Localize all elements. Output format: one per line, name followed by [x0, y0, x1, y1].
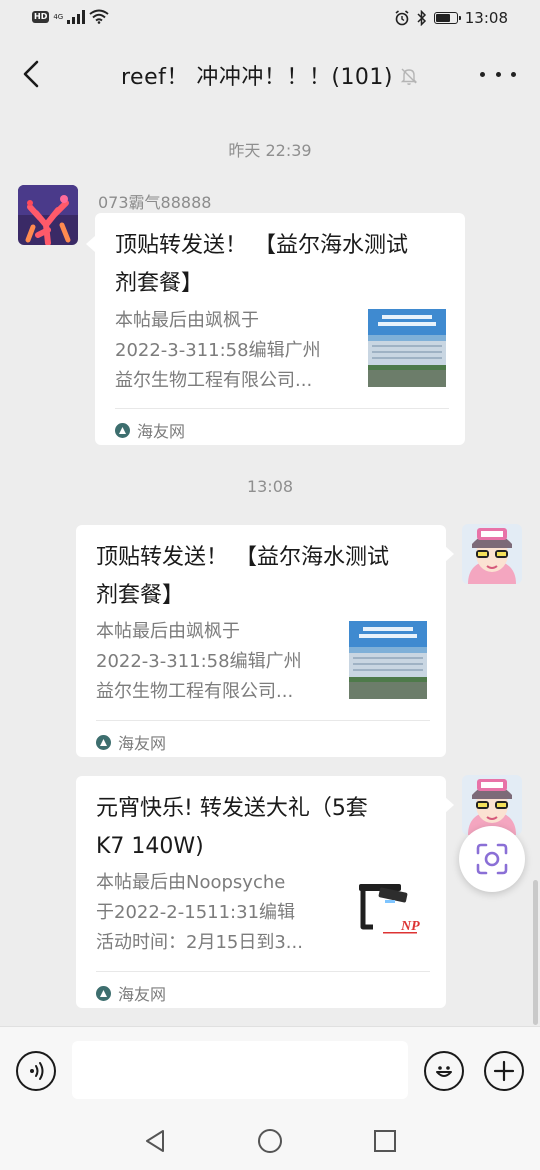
card-title-line: 顶贴转发送！ 【益尔海水测试	[115, 233, 408, 258]
card-source: 海友网	[96, 981, 166, 1005]
card-title-line: 元宵快乐! 转发送大礼（5套	[96, 796, 368, 821]
more-button[interactable]	[480, 62, 516, 86]
link-card[interactable]: 顶贴转发送！ 【益尔海水测试 剂套餐】 本帖最后由飒枫于 2022-3-311:…	[95, 213, 465, 445]
more-functions-button[interactable]	[484, 1051, 524, 1091]
scrollbar[interactable]	[533, 880, 538, 1025]
card-desc-line: 于2022-2-1511:31编辑	[96, 902, 296, 923]
card-divider	[96, 971, 430, 972]
more-dot	[495, 71, 501, 77]
card-title: 元宵快乐! 转发送大礼（5套 K7 140W)	[96, 790, 436, 866]
nav-home-button[interactable]	[257, 1128, 283, 1154]
card-desc-line: 本帖最后由飒枫于	[115, 310, 259, 331]
chat-header: reef！ 冲冲冲！！！(101)	[0, 38, 540, 110]
source-logo-icon	[115, 422, 130, 438]
bell-off-icon	[400, 68, 418, 85]
more-dot	[511, 71, 516, 77]
triangle-back-icon	[146, 1130, 164, 1152]
chat-title-wrap: reef！ 冲冲冲！！！(101)	[0, 59, 540, 91]
floating-scan-button[interactable]	[459, 826, 525, 892]
voice-icon	[30, 1062, 44, 1080]
hd-badge: HD	[32, 10, 50, 23]
source-name: 海友网	[137, 422, 186, 441]
card-thumbnail	[368, 309, 446, 387]
source-logo-icon	[96, 985, 111, 1001]
bluetooth-icon	[417, 10, 426, 26]
source-logo-icon	[96, 734, 111, 750]
clock: 13:08	[464, 9, 508, 27]
link-card[interactable]: 元宵快乐! 转发送大礼（5套 K7 140W) 本帖最后由Noopsyche 于…	[76, 776, 446, 1008]
card-desc-line: 本帖最后由飒枫于	[96, 621, 240, 642]
self-avatar[interactable]	[462, 524, 522, 584]
card-desc-line: 益尔生物工程有限公司...	[96, 681, 294, 702]
timestamp: 昨天 22:39	[228, 141, 312, 160]
status-bar: HD 4G 13:08	[0, 0, 540, 38]
svg-text:NP: NP	[400, 919, 420, 934]
source-name: 海友网	[118, 734, 167, 753]
battery-icon	[433, 12, 461, 24]
card-title-line: 剂套餐】	[115, 271, 204, 296]
timestamp: 13:08	[246, 477, 294, 496]
network-type: 4G	[53, 12, 64, 21]
alarm-icon	[395, 10, 409, 26]
emoji-button[interactable]	[424, 1051, 464, 1091]
nav-recents-button[interactable]	[372, 1128, 398, 1154]
chat-title: reef！ 冲冲冲！！！(101)	[120, 65, 394, 90]
bubble-tail	[445, 797, 454, 813]
cartoon-avatar-image	[462, 524, 522, 584]
card-title-line: 剂套餐】	[96, 583, 185, 608]
sender-name: 073霸气88888	[98, 193, 212, 212]
message-input[interactable]	[72, 1041, 408, 1099]
source-name: 海友网	[118, 985, 167, 1004]
bubble-tail	[86, 236, 95, 252]
card-title-line: K7 140W)	[96, 834, 204, 859]
circle-home-icon	[258, 1129, 282, 1153]
voice-button[interactable]	[16, 1051, 56, 1091]
card-desc-line: 益尔生物工程有限公司...	[115, 370, 313, 391]
sender-avatar[interactable]	[18, 185, 78, 245]
card-desc-line: 本帖最后由Noopsyche	[96, 872, 286, 893]
nav-back-button[interactable]	[142, 1128, 168, 1154]
square-recents-icon	[374, 1130, 396, 1152]
card-desc-line: 2022-3-311:58编辑广州	[96, 651, 302, 672]
card-description: 本帖最后由飒枫于 2022-3-311:58编辑广州 益尔生物工程有限公司...	[96, 617, 336, 707]
coral-avatar-image	[18, 185, 78, 245]
bubble-tail	[445, 546, 454, 562]
card-title-line: 顶贴转发送！ 【益尔海水测试	[96, 545, 389, 570]
card-thumbnail	[349, 621, 427, 699]
aquarium-light-thumbnail-image: NP	[349, 872, 427, 950]
signal-icon	[67, 9, 86, 24]
wifi-icon	[89, 9, 109, 24]
emoji-icon	[436, 1066, 452, 1077]
card-source: 海友网	[96, 730, 166, 754]
card-divider	[96, 720, 430, 721]
card-title: 顶贴转发送！ 【益尔海水测试 剂套餐】	[96, 539, 436, 615]
plus-icon	[493, 1060, 515, 1082]
card-desc-line: 活动时间：2月15日到3...	[96, 932, 303, 953]
card-thumbnail: NP	[349, 872, 427, 950]
more-dot	[480, 71, 485, 77]
link-card[interactable]: 顶贴转发送！ 【益尔海水测试 剂套餐】 本帖最后由飒枫于 2022-3-311:…	[76, 525, 446, 757]
card-source: 海友网	[115, 418, 185, 442]
card-description: 本帖最后由飒枫于 2022-3-311:58编辑广州 益尔生物工程有限公司...	[115, 306, 355, 396]
system-nav-bar	[0, 1112, 540, 1170]
card-description: 本帖最后由Noopsyche 于2022-2-1511:31编辑 活动时间：2月…	[96, 868, 336, 958]
card-desc-line: 2022-3-311:58编辑广州	[115, 340, 321, 361]
building-thumbnail-image	[349, 621, 427, 699]
card-divider	[115, 408, 449, 409]
card-title: 顶贴转发送！ 【益尔海水测试 剂套餐】	[115, 227, 455, 303]
building-thumbnail-image	[368, 309, 446, 387]
scan-icon	[476, 843, 508, 875]
input-bar	[0, 1026, 540, 1113]
